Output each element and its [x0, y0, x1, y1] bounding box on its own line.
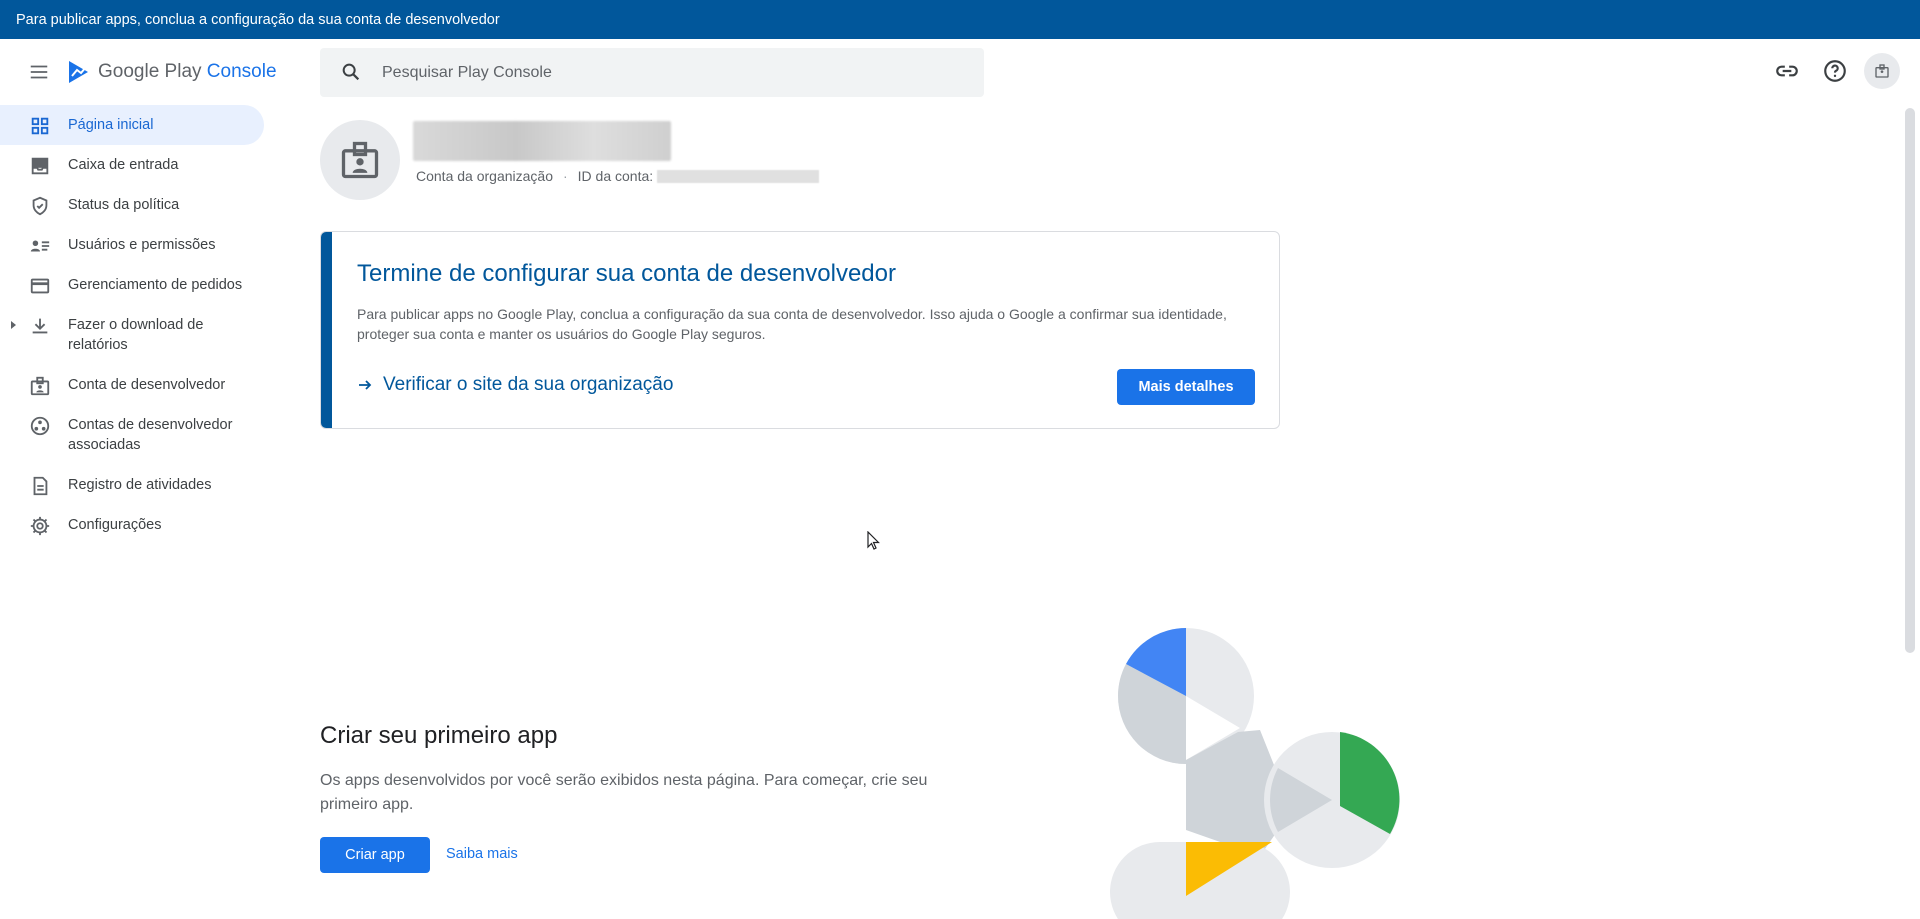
sidebar-item-label: Fazer o download de relatórios [68, 317, 204, 353]
meta-separator: · [563, 168, 568, 184]
card-accent-stripe [321, 232, 332, 428]
sidebar-item-label: Conta de desenvolvedor [68, 377, 226, 393]
create-app-description: Os apps desenvolvidos por você serão exi… [320, 772, 928, 813]
id-badge-icon [30, 376, 50, 396]
brand-google-play: Google Play [98, 61, 202, 82]
search-input[interactable] [382, 48, 962, 97]
empty-state-illustration [1110, 628, 1400, 919]
expand-caret-icon[interactable] [8, 320, 18, 330]
dashboard-icon [31, 117, 49, 135]
search-icon[interactable] [340, 61, 362, 83]
page-scrollbar[interactable] [1905, 108, 1915, 653]
sidebar-item-developer-account[interactable]: Conta de desenvolvedor [0, 365, 264, 405]
sidebar-item-label: Contas de desenvolvedor associadas [68, 417, 233, 453]
brand-name[interactable]: Google Play Console [98, 61, 277, 83]
sidebar-item-inbox[interactable]: Caixa de entrada [0, 145, 264, 185]
brand-console: Console [206, 61, 277, 82]
create-app-button[interactable]: Criar app [320, 837, 430, 873]
account-id-label: ID da conta: [577, 168, 654, 184]
play-console-logo [69, 61, 88, 83]
account-button[interactable] [1864, 53, 1900, 89]
search-bar [320, 48, 984, 97]
sidebar-item-label: Página inicial [68, 117, 154, 133]
sidebar-item-users-permissions[interactable]: Usuários e permissões [0, 225, 264, 265]
account-type: Conta da organização [416, 168, 553, 184]
sidebar-item-label: Status da política [68, 197, 180, 213]
more-details-button[interactable]: Mais detalhes [1117, 369, 1255, 405]
sidebar-item-activity-log[interactable]: Registro de atividades [0, 465, 264, 505]
organization-avatar [320, 120, 400, 200]
setup-banner-text: Para publicar apps, conclua a configuraç… [16, 11, 500, 28]
sidebar-item-label: Gerenciamento de pedidos [68, 277, 243, 293]
setup-banner: Para publicar apps, conclua a configuraç… [0, 0, 1920, 39]
sidebar-item-label: Usuários e permissões [68, 237, 216, 253]
sidebar-item-label: Configurações [68, 517, 162, 533]
help-icon[interactable] [1822, 58, 1848, 84]
sidebar-item-label: Registro de atividades [68, 477, 212, 493]
linked-accounts-icon [30, 416, 50, 436]
sidebar-item-label: Caixa de entrada [68, 157, 179, 173]
account-meta: Conta da organização · ID da conta: [416, 168, 820, 184]
sidebar-nav: Página inicial Caixa de entrada Status d… [0, 105, 275, 545]
id-badge-icon [341, 141, 379, 179]
credit-card-icon [30, 278, 50, 294]
redacted-account-name [413, 121, 671, 161]
redacted-account-id [657, 169, 820, 183]
verify-site-label: Verificar o site da sua organização [383, 374, 674, 395]
document-icon [33, 476, 48, 496]
learn-more-link[interactable]: Saiba mais [446, 846, 518, 862]
sidebar: Google Play Console Página inicial Caixa… [0, 39, 277, 919]
shield-icon [32, 196, 48, 216]
account-badge-icon [1875, 64, 1889, 78]
setup-card-description: Para publicar apps no Google Play, concl… [357, 306, 1227, 342]
download-icon [32, 318, 48, 334]
sidebar-item-home[interactable]: Página inicial [0, 105, 264, 145]
arrow-right-icon [359, 380, 372, 390]
sidebar-item-linked-accounts[interactable]: Contas de desenvolvedor associadas [0, 405, 264, 465]
sidebar-item-download-reports[interactable]: Fazer o download de relatórios [0, 305, 264, 365]
setup-card-title: Termine de configurar sua conta de desen… [357, 260, 896, 287]
inbox-icon [31, 157, 49, 175]
sidebar-item-settings[interactable]: Configurações [0, 505, 264, 545]
link-icon[interactable] [1774, 58, 1800, 84]
verify-site-link[interactable]: Verificar o site da sua organização [357, 374, 673, 396]
users-list-icon [30, 240, 50, 252]
mouse-cursor-icon [867, 531, 880, 550]
create-app-title: Criar seu primeiro app [320, 722, 558, 749]
sidebar-item-order-management[interactable]: Gerenciamento de pedidos [0, 265, 264, 305]
brand-header: Google Play Console [0, 39, 277, 105]
setup-card: Termine de configurar sua conta de desen… [320, 231, 1280, 429]
gear-icon [30, 516, 50, 536]
sidebar-item-policy-status[interactable]: Status da política [0, 185, 264, 225]
hamburger-menu-icon[interactable] [28, 61, 50, 83]
